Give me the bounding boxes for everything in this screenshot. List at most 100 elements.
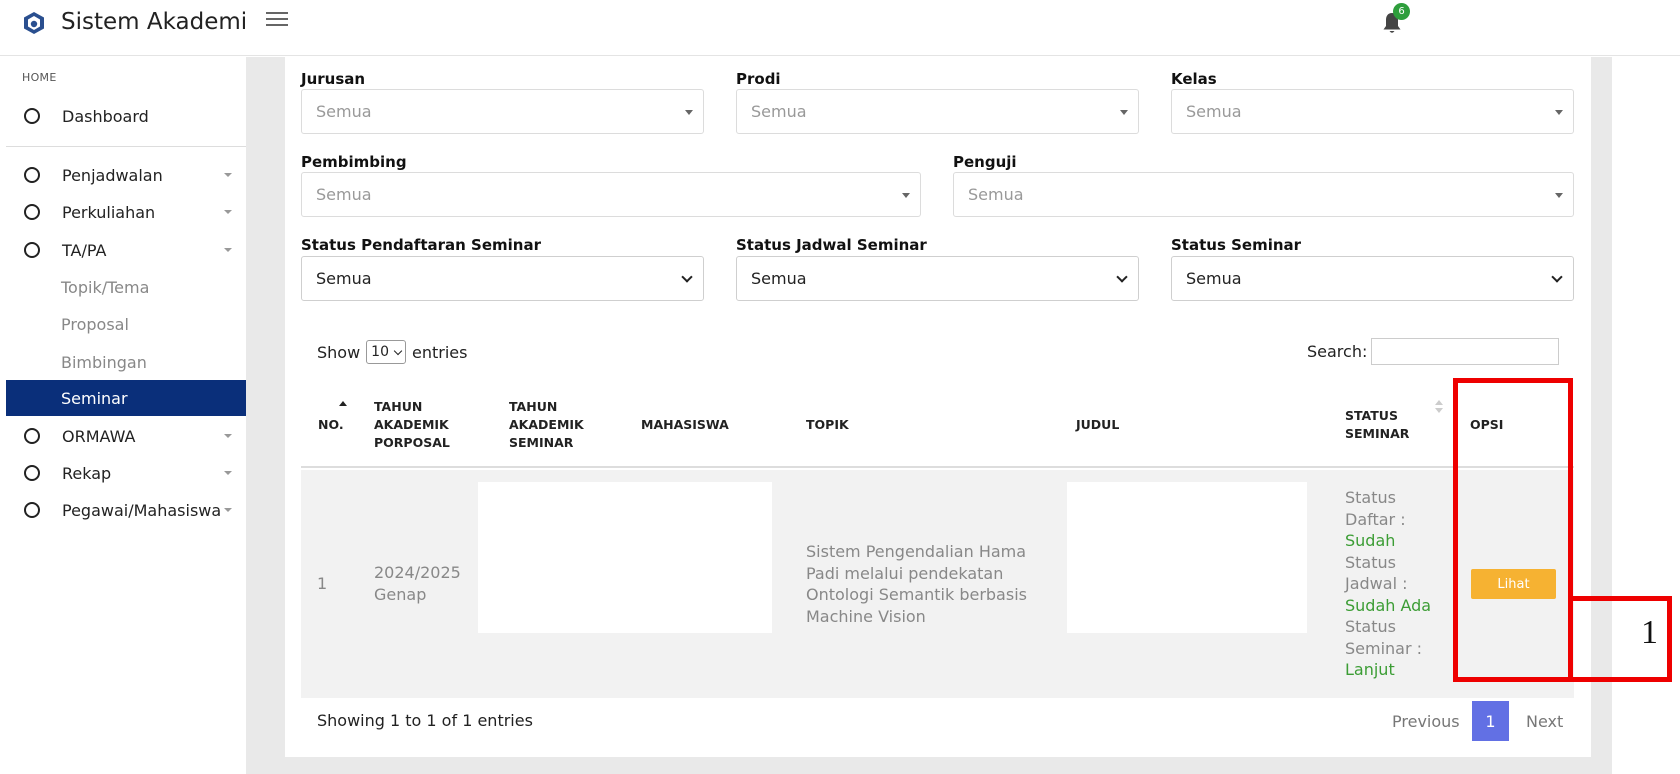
circle-icon	[24, 242, 40, 258]
sidebar-heading: HOME	[22, 71, 57, 84]
row-number: 1	[317, 574, 328, 593]
sidebar-subitem-seminar[interactable]: Seminar	[6, 380, 246, 416]
caret-down-icon	[224, 508, 232, 512]
sidebar: HOME Dashboard Penjadwalan Perkuliahan T…	[0, 57, 246, 774]
circle-icon	[24, 204, 40, 220]
chevron-down-icon	[681, 271, 693, 283]
chevron-down-icon	[1116, 271, 1128, 283]
caret-down-icon	[1555, 193, 1563, 198]
caret-down-icon	[902, 193, 910, 198]
sidebar-subitem-label: Proposal	[61, 314, 129, 334]
prodi-value: Semua	[751, 102, 807, 121]
page-1-button[interactable]: 1	[1472, 701, 1509, 741]
column-header-no[interactable]: NO.	[318, 416, 344, 434]
status-jadwal-label: Status Jadwal Seminar	[736, 236, 927, 254]
sidebar-item-label: Pegawai/Mahasiswa	[62, 500, 222, 520]
caret-down-icon	[685, 110, 693, 115]
entries-length-select[interactable]: 10	[366, 340, 406, 364]
status-pendaftaran-label: Status Pendaftaran Seminar	[301, 236, 541, 254]
row-topik-line: Machine Vision	[806, 606, 926, 626]
annotation-number: 1	[1641, 614, 1658, 651]
column-header-status-seminar[interactable]: STATUS SEMINAR	[1345, 407, 1409, 443]
row-status: Status Daftar : Sudah Status Jadwal : Su…	[1345, 487, 1431, 681]
status-jadwal-value: Sudah Ada	[1345, 595, 1432, 615]
circle-icon	[24, 465, 40, 481]
sidebar-subitem-proposal[interactable]: Proposal	[6, 306, 246, 342]
entries-length-value: 10	[371, 344, 389, 360]
sidebar-divider	[6, 146, 246, 147]
column-header-mahasiswa[interactable]: MAHASISWA	[641, 416, 729, 434]
status-jadwal-label: Jadwal :	[1345, 574, 1408, 593]
header-line: TAHUN	[374, 399, 423, 414]
status-seminar-label: Seminar :	[1345, 638, 1423, 658]
header-line: AKADEMIK	[374, 417, 449, 432]
next-page-button[interactable]: Next	[1526, 712, 1563, 731]
prodi-select[interactable]: Semua	[736, 89, 1139, 134]
jurusan-label: Jurusan	[301, 70, 366, 88]
row-topik: Sistem Pengendalian Hama Padi melalui pe…	[806, 541, 1027, 627]
sidebar-subitem-label: Bimbingan	[61, 352, 147, 372]
prodi-label: Prodi	[736, 70, 781, 88]
penguji-select[interactable]: Semua	[953, 172, 1574, 217]
pembimbing-label: Pembimbing	[301, 153, 407, 171]
sidebar-subitem-bimbingan[interactable]: Bimbingan	[6, 344, 246, 380]
status-pendaftaran-value: Semua	[316, 269, 372, 288]
sidebar-item-label: Penjadwalan	[62, 165, 163, 185]
row-tahun-line: 2024/2025	[374, 563, 461, 582]
kelas-select[interactable]: Semua	[1171, 89, 1574, 134]
search-input[interactable]	[1371, 338, 1559, 365]
caret-down-icon	[224, 210, 232, 214]
status-jadwal-select[interactable]: Semua	[736, 256, 1139, 301]
sidebar-item-pegawai-mahasiswa[interactable]: Pegawai/Mahasiswa	[6, 492, 246, 528]
redacted-mahasiswa	[478, 482, 772, 633]
highlight-box-opsi	[1453, 378, 1573, 682]
column-header-tahun-proposal[interactable]: TAHUN AKADEMIK PORPOSAL	[374, 398, 450, 452]
status-daftar-value: Sudah	[1345, 531, 1396, 550]
sidebar-item-label: Rekap	[62, 463, 112, 483]
table-header: NO. TAHUN AKADEMIK PORPOSAL TAHUN AKADEM…	[301, 388, 1574, 468]
app-title: Sistem Akademik	[61, 9, 247, 35]
entries-label: entries	[412, 342, 468, 362]
kelas-label: Kelas	[1171, 70, 1217, 88]
row-topik-line: Padi melalui pendekatan	[806, 563, 1004, 583]
sidebar-item-perkuliahan[interactable]: Perkuliahan	[6, 194, 246, 230]
column-header-tahun-seminar[interactable]: TAHUN AKADEMIK SEMINAR	[509, 398, 584, 452]
status-daftar-label: Status	[1345, 488, 1396, 507]
header-line: STATUS	[1345, 408, 1398, 423]
sidebar-subitem-topik[interactable]: Topik/Tema	[6, 269, 246, 305]
showing-info: Showing 1 to 1 of 1 entries	[317, 711, 533, 730]
sidebar-item-label: Dashboard	[62, 106, 149, 126]
sort-icon[interactable]	[1435, 400, 1443, 414]
entries-length-control: Show 10 entries	[317, 340, 467, 364]
sidebar-item-penjadwalan[interactable]: Penjadwalan	[6, 157, 246, 193]
header-line: SEMINAR	[1345, 426, 1410, 441]
status-jadwal-label: Status	[1345, 552, 1396, 572]
sidebar-item-label: ORMAWA	[62, 426, 136, 446]
chevron-down-icon	[393, 346, 403, 355]
caret-down-icon	[224, 248, 232, 252]
column-header-judul[interactable]: JUDUL	[1076, 416, 1119, 434]
jurusan-select[interactable]: Semua	[301, 89, 704, 134]
header-line: TAHUN	[509, 399, 558, 414]
row-topik-line: Ontologi Semantik berbasis	[806, 585, 1027, 604]
menu-toggle-icon[interactable]	[266, 12, 288, 32]
sidebar-item-dashboard[interactable]: Dashboard	[6, 98, 246, 134]
sidebar-item-ormawa[interactable]: ORMAWA	[6, 418, 246, 454]
sidebar-item-ta-pa[interactable]: TA/PA	[6, 232, 246, 268]
circle-icon	[24, 108, 40, 124]
status-pendaftaran-select[interactable]: Semua	[301, 256, 704, 301]
row-tahun-line: Genap	[374, 584, 427, 604]
notification-badge: 6	[1393, 3, 1410, 20]
pembimbing-select[interactable]: Semua	[301, 172, 921, 217]
sort-ascending-icon[interactable]	[339, 401, 347, 406]
caret-down-icon	[224, 173, 232, 177]
sidebar-subitem-label: Topik/Tema	[61, 277, 150, 297]
previous-page-button[interactable]: Previous	[1392, 712, 1460, 731]
chevron-down-icon	[1551, 271, 1563, 283]
caret-down-icon	[1120, 110, 1128, 115]
sidebar-item-rekap[interactable]: Rekap	[6, 455, 246, 491]
column-header-topik[interactable]: TOPIK	[806, 416, 849, 434]
status-seminar-label: Status Seminar	[1171, 236, 1302, 254]
row-topik-line: Sistem Pengendalian Hama	[806, 542, 1027, 561]
status-seminar-select[interactable]: Semua	[1171, 256, 1574, 301]
